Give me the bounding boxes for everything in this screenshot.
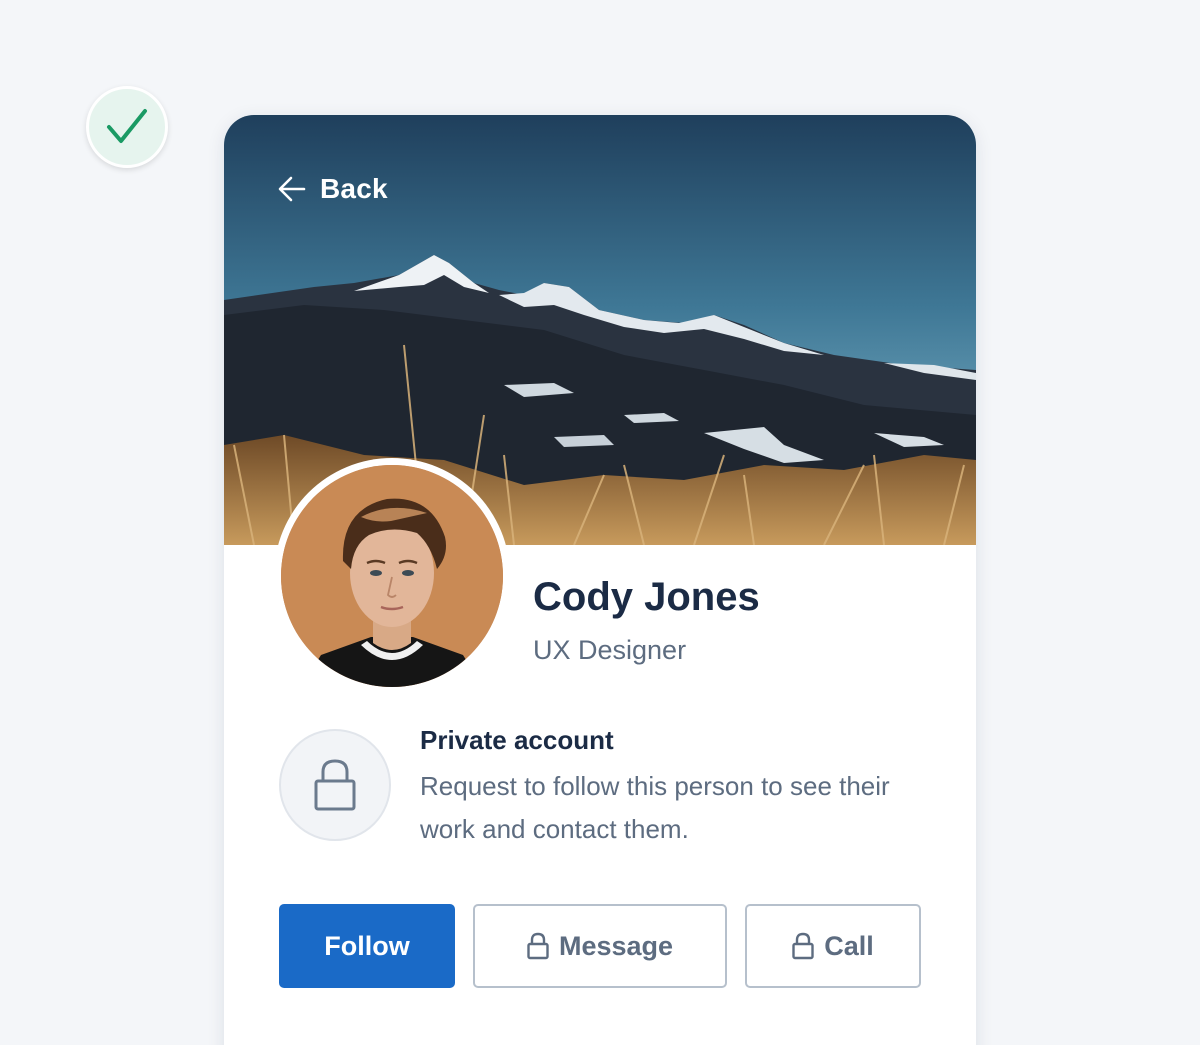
lock-icon bbox=[314, 759, 356, 811]
call-label: Call bbox=[824, 930, 874, 961]
call-button[interactable]: Call bbox=[745, 904, 921, 988]
follow-label: Follow bbox=[324, 930, 410, 961]
checkmark-icon bbox=[107, 109, 147, 143]
back-button[interactable]: Back bbox=[276, 173, 388, 205]
profile-role: UX Designer bbox=[533, 635, 687, 665]
message-button[interactable]: Message bbox=[473, 904, 727, 988]
profile-card: Back Cody Jones UX Designer Private acco… bbox=[224, 115, 976, 1045]
message-label: Message bbox=[558, 930, 674, 961]
arrow-left-icon bbox=[278, 176, 306, 202]
lock-icon bbox=[792, 932, 814, 960]
lock-icon bbox=[527, 932, 549, 960]
avatar-photo bbox=[281, 465, 503, 687]
follow-button[interactable]: Follow bbox=[279, 904, 455, 988]
avatar[interactable] bbox=[274, 458, 510, 694]
private-lock-badge bbox=[279, 729, 391, 841]
private-account-description: Request to follow this person to see the… bbox=[420, 771, 890, 844]
page: Back Cody Jones UX Designer Private acco… bbox=[0, 0, 1200, 1045]
success-badge bbox=[86, 86, 168, 168]
profile-name: Cody Jones bbox=[533, 575, 760, 619]
back-label: Back bbox=[320, 173, 388, 204]
private-account-title: Private account bbox=[420, 725, 614, 755]
